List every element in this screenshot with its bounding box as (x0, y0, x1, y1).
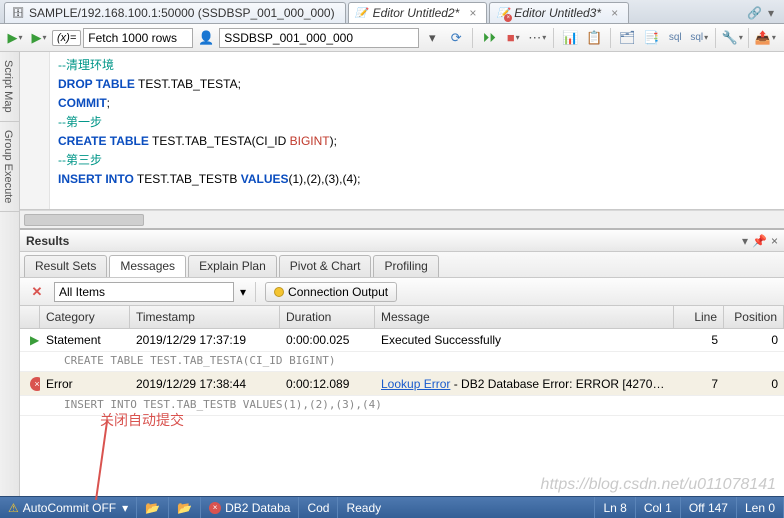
col-duration[interactable]: Duration (280, 306, 375, 328)
dropdown-icon[interactable]: ▾ (240, 285, 246, 299)
editor-gutter (20, 52, 50, 209)
ready-status: Ready (338, 497, 595, 518)
tab-connection[interactable]: 🗄 SAMPLE/192.168.100.1:50000 (SSDBSP_001… (4, 2, 346, 23)
toolbar-icon-2[interactable]: 📋 (583, 27, 605, 49)
close-icon[interactable]: × (611, 6, 618, 20)
error-status-icon: × (209, 502, 221, 514)
rtab-explain[interactable]: Explain Plan (188, 255, 277, 277)
editor-icon: 📝 (355, 6, 369, 20)
sql-editor[interactable]: --清理环境 DROP TABLE TEST.TAB_TESTA; COMMIT… (20, 52, 784, 210)
db-status[interactable]: × DB2 Databa (201, 497, 299, 518)
pin-icon[interactable]: ▾ (742, 234, 748, 248)
db-icon: 🗄 (11, 6, 25, 20)
more-button[interactable]: ⋯ (526, 27, 548, 49)
off-status: Off 147 (681, 497, 737, 518)
results-panel: Results ▾ 📌 × Result Sets Messages Expla… (20, 228, 784, 496)
code-status: Cod (299, 497, 338, 518)
rtab-messages[interactable]: Messages (109, 255, 186, 277)
rtab-profiling[interactable]: Profiling (373, 255, 438, 277)
close-icon[interactable]: × (469, 6, 476, 20)
message-row[interactable]: ▶ Statement 2019/12/29 17:37:19 0:00:00.… (20, 329, 784, 352)
col-category[interactable]: Category (40, 306, 130, 328)
results-tabs: Result Sets Messages Explain Plan Pivot … (20, 252, 784, 278)
delete-icon[interactable]: ✕ (26, 281, 48, 303)
dropdown-icon[interactable]: ▾ (421, 27, 443, 49)
col-line[interactable]: Line (674, 306, 724, 328)
main-toolbar: ▶ ▶ (x)= 👤 ▾ ⟳ ⏵⏵ ■ ⋯ 📊 📋 🗂 📑 sql sql 🔧 … (0, 24, 784, 52)
rtab-result-sets[interactable]: Result Sets (24, 255, 107, 277)
status-bar: ⚠ AutoCommit OFF▾ 📂 📂 × DB2 Databa Cod R… (0, 496, 784, 518)
rtab-pivot[interactable]: Pivot & Chart (279, 255, 372, 277)
autocommit-toggle[interactable]: ⚠ AutoCommit OFF▾ (0, 497, 137, 518)
col-timestamp[interactable]: Timestamp (130, 306, 280, 328)
refresh-icon[interactable]: ⟳ (445, 27, 467, 49)
messages-grid: Category Timestamp Duration Message Line… (20, 306, 784, 496)
chevron-down-icon[interactable]: ▾ (768, 6, 774, 20)
error-icon: × (30, 377, 40, 391)
tab-editor-3[interactable]: 📝× Editor Untitled3* × (489, 2, 629, 23)
stop-button[interactable]: ■ (502, 27, 524, 49)
message-row-error[interactable]: × Error 2019/12/29 17:38:44 0:00:12.089 … (20, 372, 784, 396)
tab-editor-2[interactable]: 📝 Editor Untitled2* × (348, 2, 488, 23)
toolbar-icon-4[interactable]: 📑 (640, 27, 662, 49)
sql-dd-icon[interactable]: sql (688, 27, 710, 49)
results-title: Results (26, 234, 69, 248)
close-panel-icon[interactable]: × (771, 234, 778, 248)
fetch-input[interactable] (83, 28, 193, 48)
col-status: Col 1 (636, 497, 681, 518)
editor-error-icon: 📝× (496, 6, 510, 20)
filter-select[interactable] (54, 282, 234, 302)
vtab-script-map[interactable]: Script Map (0, 52, 19, 122)
lookup-error-link[interactable]: Lookup Error (381, 377, 450, 391)
col-message[interactable]: Message (375, 306, 674, 328)
sb-icon-1[interactable]: 📂 (137, 497, 169, 518)
toolbar-icon-3[interactable]: 🗂 (616, 27, 638, 49)
sb-icon-2[interactable]: 📂 (169, 497, 201, 518)
link-icon[interactable]: 🔗 (747, 6, 762, 20)
file-tabs: 🗄 SAMPLE/192.168.100.1:50000 (SSDBSP_001… (0, 0, 784, 24)
status-dot-icon (274, 287, 284, 297)
code-area[interactable]: --清理环境 DROP TABLE TEST.TAB_TESTA; COMMIT… (50, 52, 784, 209)
len-status: Len 0 (737, 497, 784, 518)
run-button[interactable]: ▶ (4, 27, 26, 49)
play-all-icon[interactable]: ⏵⏵ (478, 27, 500, 49)
toolbar-icon-5[interactable]: 🔧 (721, 27, 743, 49)
h-scrollbar[interactable] (20, 210, 784, 228)
toolbar-icon-1[interactable]: 📊 (559, 27, 581, 49)
toolbar-icon-6[interactable]: 📤 (754, 27, 776, 49)
fx-label[interactable]: (x)= (52, 30, 81, 46)
vertical-tabs: Script Map Group Execute (0, 52, 20, 496)
schema-select[interactable] (219, 28, 419, 48)
sql-echo: CREATE TABLE TEST.TAB_TESTA(CI_ID BIGINT… (20, 352, 784, 372)
user-icon[interactable]: 👤 (195, 27, 217, 49)
connection-output-button[interactable]: Connection Output (265, 282, 397, 302)
pin2-icon[interactable]: 📌 (752, 234, 767, 248)
tab-label: SAMPLE/192.168.100.1:50000 (SSDBSP_001_0… (29, 6, 335, 20)
run-step-button[interactable]: ▶ (28, 27, 50, 49)
scroll-thumb[interactable] (24, 214, 144, 226)
col-position[interactable]: Position (724, 306, 784, 328)
sql-icon[interactable]: sql (664, 27, 686, 49)
tab-label: Editor Untitled2* (373, 6, 460, 20)
sql-echo: INSERT INTO TEST.TAB_TESTB VALUES(1),(2)… (20, 396, 784, 416)
ln-status: Ln 8 (595, 497, 635, 518)
tab-label: Editor Untitled3* (514, 6, 601, 20)
play-icon: ▶ (30, 333, 39, 347)
warning-icon: ⚠ (8, 501, 19, 515)
vtab-group-execute[interactable]: Group Execute (0, 122, 19, 212)
